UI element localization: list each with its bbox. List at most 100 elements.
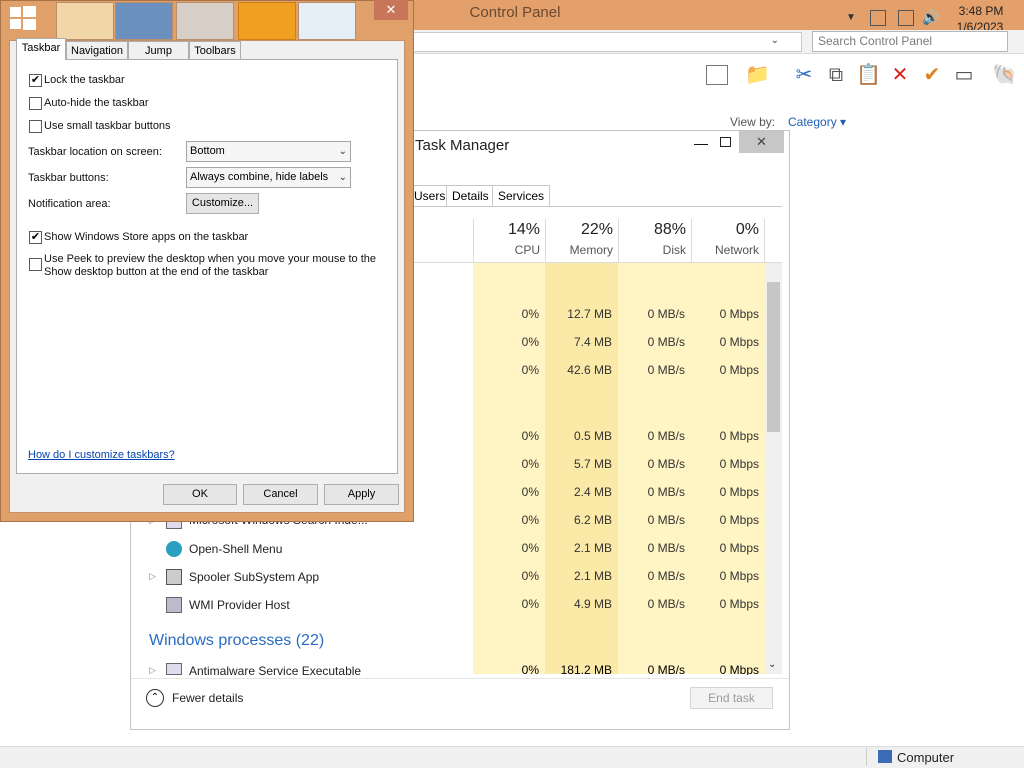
network-value: 0 Mbps [719,429,759,443]
disk-value: 0 MB/s [647,485,685,499]
expand-icon[interactable]: ▷ [149,571,156,582]
network-header-pct[interactable]: 0% [691,221,759,239]
chevron-down-icon: ▾ [840,115,847,129]
location-value: Bottom [190,145,225,157]
network-value: 0 Mbps [719,307,759,321]
windows-processes-header: Windows processes (22) [149,632,325,649]
disk-header-label[interactable]: Disk [618,243,686,257]
clock-time[interactable]: 3:48 PM [956,4,1006,18]
disk-header-pct[interactable]: 88% [618,221,686,239]
network-icon[interactable] [898,10,914,26]
process-name[interactable]: Antimalware Service Executable [189,664,361,676]
checkmark-icon[interactable]: ✔ [920,63,944,87]
tab-users[interactable]: Users [408,185,452,207]
footer-divider [131,678,789,679]
control-panel-thumbnail-icon[interactable] [238,2,296,40]
process-name[interactable]: Open-Shell Menu [189,542,282,556]
lock-taskbar-checkbox[interactable]: ✔ [29,74,42,87]
lock-taskbar-label[interactable]: Lock the taskbar [44,74,125,86]
peek-label-line2[interactable]: Show desktop button at the end of the ta… [44,266,268,278]
cpu-value: 0% [521,513,539,527]
network-value: 0 Mbps [719,363,759,377]
disk-value: 0 MB/s [647,513,685,527]
maximize-button[interactable] [720,137,731,147]
status-computer-label: Computer [897,750,955,765]
cpu-value: 0% [521,485,539,499]
task-manager-thumbnail-icon[interactable] [298,2,356,40]
memory-value: 181.2 MB [560,663,612,675]
volume-icon[interactable]: 🔊 [922,9,939,26]
cpu-header-label[interactable]: CPU [472,243,540,257]
search-input[interactable]: Search Control Panel [812,31,1008,52]
customize-button[interactable]: Customize... [186,193,259,214]
layout-icon[interactable] [706,65,728,85]
process-name[interactable]: Spooler SubSystem App [189,570,319,584]
memory-header-label[interactable]: Memory [545,243,613,257]
chevron-up-icon[interactable]: ⌃ [146,689,164,707]
photos-thumbnail-icon[interactable] [115,2,173,40]
peek-checkbox[interactable] [29,258,42,271]
memory-value: 2.1 MB [573,541,612,555]
expand-icon[interactable]: ▷ [149,665,156,676]
tab-toolbars[interactable]: Toolbars [189,41,241,60]
paste-icon[interactable]: 📋 [856,63,881,87]
memory-header-pct[interactable]: 22% [545,221,613,239]
scroll-down-icon[interactable]: ⌄ [768,659,776,670]
tab-divider [408,206,782,207]
peek-label-line1[interactable]: Use Peek to preview the desktop when you… [44,253,376,265]
minimize-button[interactable]: — [694,135,708,151]
view-by-dropdown[interactable]: Category ▾ [788,115,846,129]
end-task-button[interactable]: End task [690,687,773,709]
disk-value: 0 MB/s [647,597,685,611]
tab-navigation[interactable]: Navigation [66,41,128,60]
network-value: 0 Mbps [719,335,759,349]
cancel-button[interactable]: Cancel [243,484,318,505]
tab-services[interactable]: Services [492,185,551,207]
tab-jump-lists[interactable]: Jump Lists [128,41,189,75]
store-apps-label[interactable]: Show Windows Store apps on the taskbar [44,231,248,243]
cut-icon[interactable]: ✂ [792,63,816,87]
shell-icon[interactable]: 🐚 [992,63,1017,87]
cpu-value: 0% [521,363,539,377]
scrollbar-thumb[interactable] [767,282,780,432]
tab-details[interactable]: Details [446,185,495,207]
properties-icon[interactable]: 📁 [745,63,770,87]
close-button[interactable]: ✕ [739,131,784,153]
network-header-label[interactable]: Network [691,243,759,257]
taskbar-buttons-select[interactable]: Always combine, hide labels ⌄ [186,167,351,188]
fewer-details-link[interactable]: Fewer details [172,691,243,705]
copy-icon[interactable]: ⧉ [824,63,848,87]
ok-button[interactable]: OK [163,484,237,505]
apply-button[interactable]: Apply [324,484,399,505]
performance-thumbnail-icon[interactable] [176,2,234,40]
memory-value: 2.1 MB [573,569,612,583]
cpu-value: 0% [521,307,539,321]
address-field[interactable]: ⌄ ↻ [410,32,825,52]
network-value: 0 Mbps [719,597,759,611]
help-link[interactable]: How do I customize taskbars? [28,449,175,461]
tray-expand-icon[interactable]: ▼ [846,12,856,23]
dialog-close-button[interactable]: ✕ [374,0,408,20]
cpu-value: 0% [521,663,539,675]
disk-value: 0 MB/s [647,457,685,471]
memory-value: 7.4 MB [573,335,612,349]
delete-icon[interactable]: ✕ [888,63,912,87]
store-apps-checkbox[interactable]: ✔ [29,231,42,244]
auto-hide-checkbox[interactable] [29,97,42,110]
rename-icon[interactable]: ▭ [952,63,976,87]
explorer-thumbnail-icon[interactable] [56,2,114,40]
small-buttons-label[interactable]: Use small taskbar buttons [44,120,171,132]
small-buttons-checkbox[interactable] [29,120,42,133]
location-select[interactable]: Bottom ⌄ [186,141,351,162]
disk-value: 0 MB/s [647,307,685,321]
tab-taskbar[interactable]: Taskbar [16,38,66,60]
status-separator [866,748,867,766]
cpu-header-pct[interactable]: 14% [472,221,540,239]
disk-value: 0 MB/s [647,429,685,443]
printer-icon [166,569,182,585]
process-name[interactable]: WMI Provider Host [189,598,290,612]
network-value: 0 Mbps [719,663,759,675]
auto-hide-label[interactable]: Auto-hide the taskbar [44,97,149,109]
address-dropdown-icon[interactable]: ⌄ [771,35,779,46]
action-center-icon[interactable] [870,10,886,26]
